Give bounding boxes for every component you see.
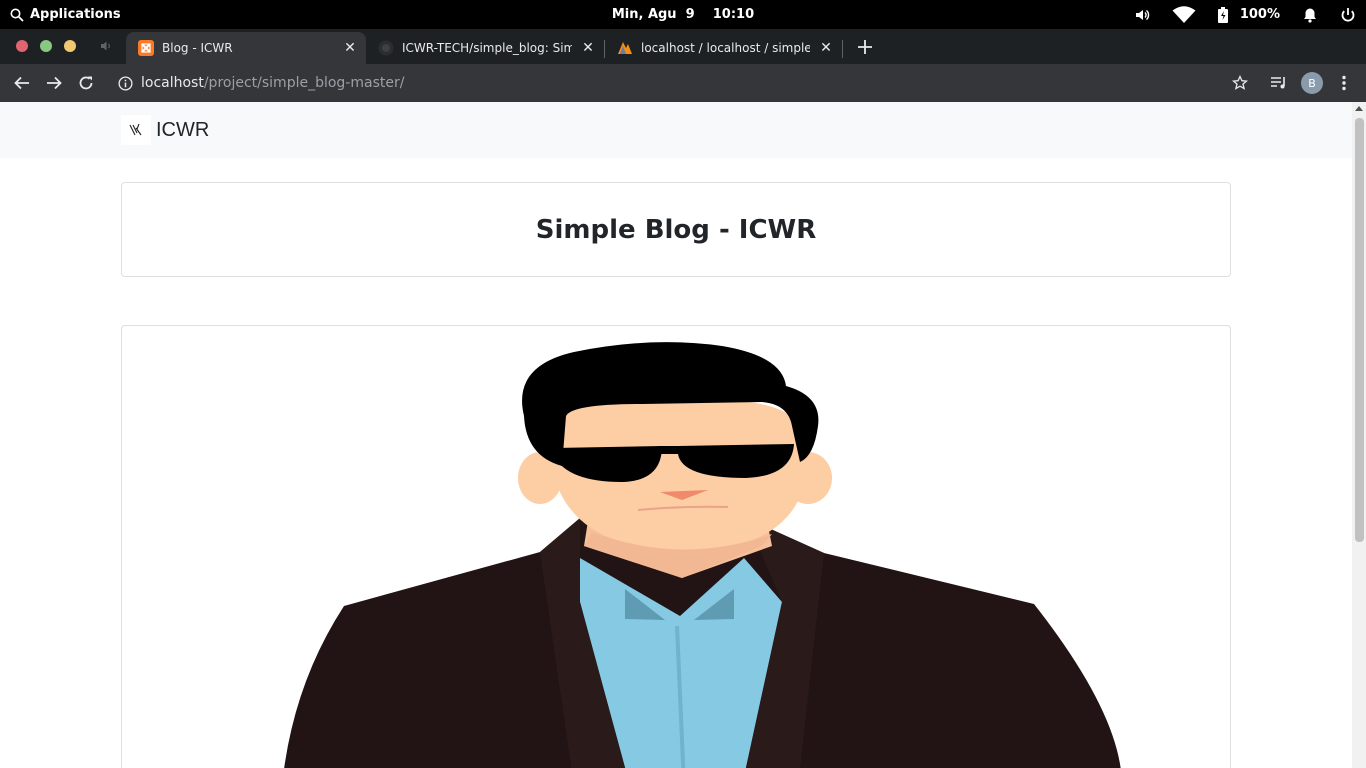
page-viewport: ICWR Simple Blog - ICWR	[0, 102, 1366, 768]
window-maximize-button[interactable]	[40, 40, 52, 52]
site-info-icon[interactable]	[118, 75, 133, 91]
tab-close-icon[interactable]: ✕	[818, 40, 834, 56]
system-top-panel: Applications Min, Agu 9 10:10 100%	[0, 0, 1366, 29]
url-host: localhost	[141, 75, 204, 91]
tab-title: localhost / localhost / simple_blo	[641, 41, 810, 55]
battery-percent: 100%	[1239, 7, 1280, 22]
arrow-left-icon	[14, 76, 29, 90]
bookmark-button[interactable]	[1228, 71, 1252, 95]
window-close-button[interactable]	[16, 40, 28, 52]
wifi-icon[interactable]	[1172, 5, 1196, 24]
site-navbar: ICWR	[0, 102, 1352, 158]
address-bar[interactable]: localhost/project/simple_blog-master/	[108, 69, 1258, 97]
new-tab-plus-icon[interactable]	[857, 39, 873, 55]
playlist-icon	[1271, 77, 1285, 89]
power-icon[interactable]	[1340, 7, 1356, 23]
tab-audio-icon	[101, 41, 110, 51]
xampp-favicon-icon	[138, 40, 154, 56]
reload-button[interactable]	[74, 71, 98, 95]
tab-strip: Blog - ICWR ✕ ICWR-TECH/simple_blog: Sim…	[0, 29, 1366, 64]
media-control-button[interactable]	[1267, 71, 1291, 95]
profile-button[interactable]: B	[1300, 71, 1324, 95]
search-icon	[10, 8, 24, 22]
post-card	[121, 325, 1231, 768]
url-text: localhost/project/simple_blog-master/	[141, 75, 404, 91]
applications-label: Applications	[30, 7, 121, 22]
volume-icon[interactable]	[1134, 7, 1150, 23]
battery-icon[interactable]	[1217, 6, 1228, 23]
navbar-brand-link[interactable]: ICWR	[121, 115, 209, 145]
tab-close-icon[interactable]: ✕	[580, 40, 596, 56]
page-scrollbar[interactable]	[1352, 102, 1366, 768]
tab-title: Blog - ICWR	[162, 41, 233, 55]
browser-menu-button[interactable]	[1332, 71, 1356, 95]
tab-blog-icwr[interactable]: Blog - ICWR ✕	[126, 32, 366, 64]
github-favicon-icon	[378, 40, 394, 56]
forward-button[interactable]	[42, 71, 66, 95]
brand-logo	[121, 115, 151, 145]
avatar: B	[1301, 72, 1323, 94]
brand-text: ICWR	[156, 118, 210, 141]
blog-header-card: Simple Blog - ICWR	[121, 182, 1231, 277]
arrow-right-icon	[47, 76, 62, 90]
man-with-sunglasses-illustration	[284, 342, 1121, 768]
reload-icon	[79, 76, 93, 90]
back-button[interactable]	[10, 71, 34, 95]
scrollbar-thumb[interactable]	[1355, 118, 1364, 542]
browser-toolbar: localhost/project/simple_blog-master/ B	[0, 64, 1366, 102]
phpmyadmin-favicon-icon	[618, 42, 632, 54]
kebab-menu-icon	[1342, 75, 1346, 91]
clock[interactable]: Min, Agu 9 10:10	[612, 7, 754, 22]
icwr-logo-icon	[129, 123, 142, 136]
tab-close-icon[interactable]: ✕	[342, 40, 358, 56]
tab-phpmyadmin[interactable]: localhost / localhost / simple_blo ✕	[605, 32, 842, 64]
tab-github-repo[interactable]: ICWR-TECH/simple_blog: Simple ✕	[366, 32, 604, 64]
page-title: Simple Blog - ICWR	[535, 214, 817, 245]
star-icon	[1232, 75, 1248, 90]
url-path: /project/simple_blog-master/	[203, 75, 405, 91]
window-minimize-button[interactable]	[64, 40, 76, 52]
tab-title: ICWR-TECH/simple_blog: Simple	[402, 41, 572, 55]
applications-menu[interactable]: Applications	[10, 0, 121, 29]
scroll-up-arrow-icon[interactable]	[1355, 106, 1363, 111]
notification-bell-icon[interactable]	[1302, 7, 1318, 23]
